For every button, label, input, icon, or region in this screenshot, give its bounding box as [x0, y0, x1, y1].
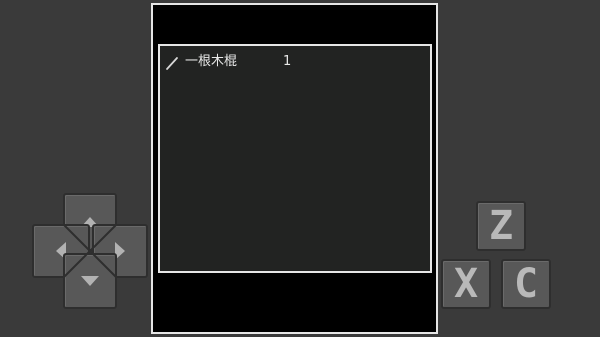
z-button[interactable]: Z [476, 201, 526, 251]
stick-icon [165, 55, 181, 71]
x-button[interactable]: X [441, 259, 491, 309]
arrow-down-icon [81, 276, 99, 286]
inventory-panel: 一根木棍 1 [158, 44, 432, 273]
inventory-item[interactable]: 一根木棍 1 [165, 53, 425, 71]
game-screen: 一根木棍 1 [151, 3, 438, 334]
dpad [32, 193, 148, 309]
item-name: 一根木棍 [185, 54, 238, 69]
dpad-down-button[interactable] [63, 253, 117, 309]
c-button[interactable]: C [501, 259, 551, 309]
item-count: 1 [283, 54, 292, 69]
